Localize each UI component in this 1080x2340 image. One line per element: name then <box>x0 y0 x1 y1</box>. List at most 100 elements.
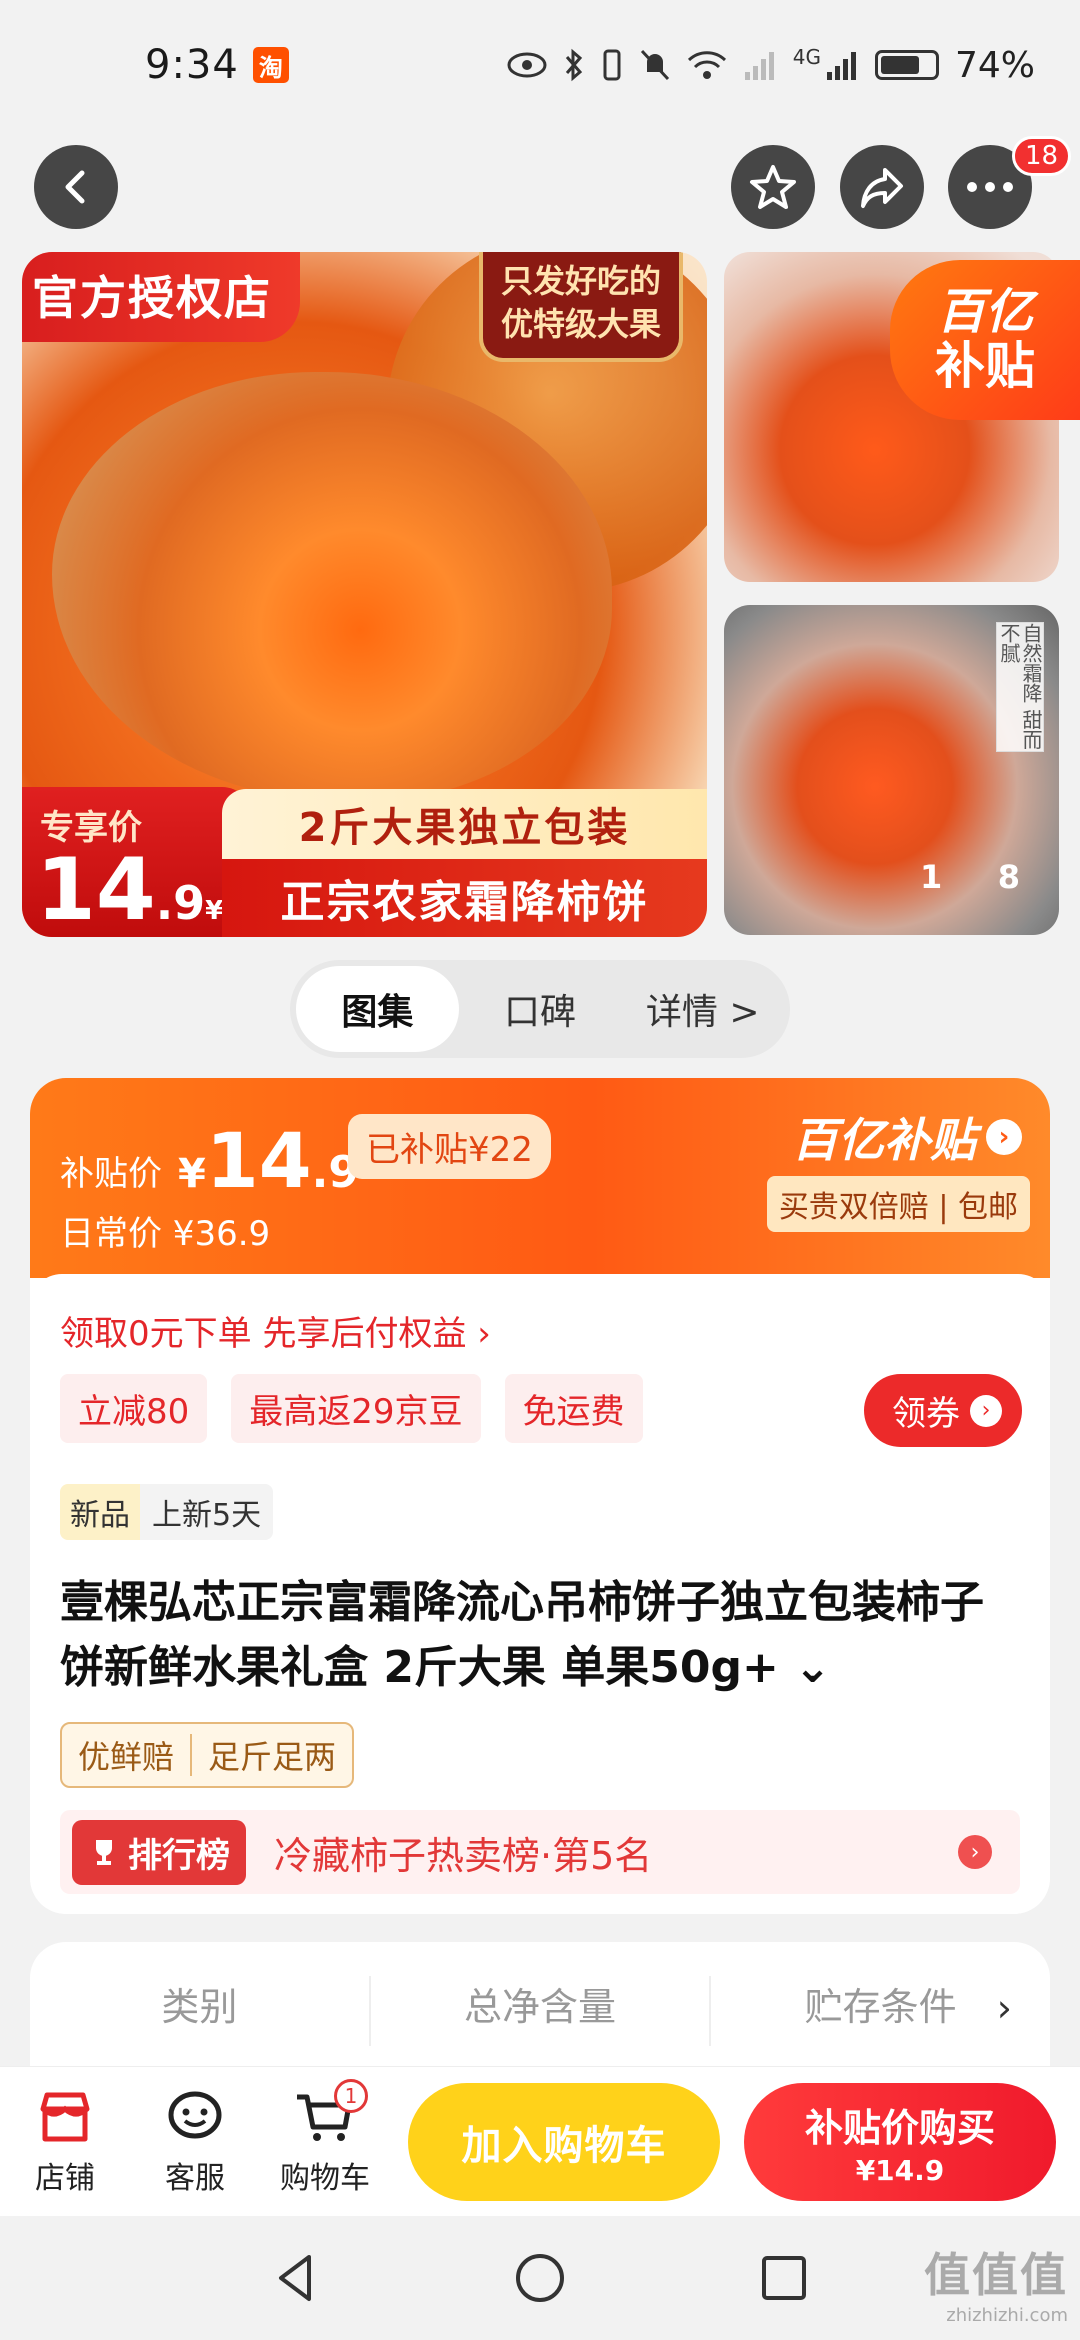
taobao-app-icon: 淘 <box>252 47 289 83</box>
counter-current: 1 <box>920 858 943 896</box>
persimmon-front <box>52 372 612 802</box>
favorite-button[interactable] <box>731 145 815 229</box>
store-icon <box>40 2092 90 2141</box>
exclusive-price-int: 14 <box>36 840 156 937</box>
trophy-icon <box>96 1840 112 1865</box>
service-label: 客服 <box>165 2160 225 2196</box>
buy-title: 补贴价购买 <box>804 2106 995 2150</box>
exclusive-price: 14.9¥ <box>36 847 223 933</box>
daily-price: 日常价 ¥36.9 <box>60 1214 271 1254</box>
tab-details[interactable]: 详情 > <box>621 966 784 1052</box>
billion-subsidy-link[interactable]: 百亿补贴 › <box>792 1104 1022 1170</box>
store-button[interactable]: 店铺 <box>0 2087 130 2197</box>
eye-icon <box>507 52 547 78</box>
more-badge: 18 <box>1012 136 1072 176</box>
grade-tag-line2: 优特级大果 <box>500 305 661 344</box>
billion-subsidy-brand: 百亿补贴 <box>792 1113 976 1167</box>
ranking-pill-label: 排行榜 <box>128 1835 230 1876</box>
subsidy-badge-line2: 补贴 <box>935 336 1035 395</box>
add-to-cart-button[interactable]: 加入购物车 <box>408 2083 720 2201</box>
watermark-site: zhizhizhi.com <box>946 2305 1068 2326</box>
new-tag-days: 上新5天 <box>140 1484 274 1540</box>
watermark-logo: 值值值 <box>924 2248 1068 2302</box>
nav-recents-icon[interactable] <box>757 2251 811 2305</box>
store-label: 店铺 <box>35 2160 95 2196</box>
star-icon <box>750 165 796 209</box>
exclusive-price-dec: .9 <box>155 876 206 930</box>
new-tag-label: 新品 <box>60 1484 140 1540</box>
promo-chip[interactable]: 最高返29京豆 <box>231 1374 481 1443</box>
network-type: 4G <box>792 44 821 69</box>
service-button[interactable]: 客服 <box>130 2087 260 2197</box>
subsidy-header: 补贴价 ¥14.9 已补贴¥22 日常价 ¥36.9 百亿补贴 › 买贵双倍赔 … <box>30 1078 1050 1278</box>
battery-percent: 74% <box>954 44 1035 86</box>
spec-net-weight: 总净含量 <box>371 1976 712 2046</box>
package-band: 2斤大果独立包装 <box>222 789 707 859</box>
system-nav-bar <box>0 2216 1080 2340</box>
official-store-tag: 官方授权店 <box>22 252 300 342</box>
buy-price: ¥14.9 <box>855 2154 945 2187</box>
battery-icon <box>874 50 939 80</box>
coupon-label: 领券 <box>892 1394 960 1434</box>
specs-more-icon[interactable]: › <box>997 1986 1012 2030</box>
zero-order-link[interactable]: 领取0元下单 先享后付权益 › <box>60 1306 491 1355</box>
share-icon <box>861 168 903 208</box>
ranking-banner[interactable]: 排行榜 冷藏柿子热卖榜·第5名 › <box>60 1810 1020 1894</box>
chevron-left-icon <box>65 170 85 204</box>
back-button[interactable] <box>34 145 118 229</box>
assure-fresh: 优鲜赔 <box>78 1738 175 1776</box>
assure-weight: 足斤足两 <box>208 1738 337 1776</box>
product-band: 正宗农家霜降柿饼 <box>222 859 707 937</box>
subsidy-yen: ¥ <box>178 1151 206 1197</box>
status-bar: 9:34 淘 4G 74% <box>0 0 1080 130</box>
subsidy-price-int: 14 <box>205 1116 312 1205</box>
chevron-right-icon: › <box>970 1394 1002 1427</box>
chevron-right-icon: › <box>986 1119 1022 1155</box>
info-body: 领取0元下单 先享后付权益 › 立减80 最高返29京豆 免运费 领券 › 新品… <box>30 1274 1050 1914</box>
grade-tag: 只发好吃的 优特级大果 <box>478 252 683 363</box>
get-coupon-button[interactable]: 领券 › <box>864 1374 1022 1447</box>
buy-now-button[interactable]: 补贴价购买 ¥14.9 <box>744 2083 1056 2201</box>
bluetooth-icon <box>565 48 582 82</box>
promo-chip[interactable]: 免运费 <box>504 1374 643 1443</box>
wifi-icon <box>687 51 726 79</box>
product-page: 9:34 淘 4G 74% 18 官方授权店 只发好吃的 优特级大果 专享价 1… <box>0 0 1080 2340</box>
signal-icon-1 <box>744 52 774 80</box>
vibrate-icon <box>603 49 621 81</box>
subsidy-price: ¥14.9 <box>178 1116 359 1205</box>
tab-reviews[interactable]: 口碑 <box>459 966 622 1052</box>
nav-back-icon[interactable] <box>269 2251 323 2305</box>
signal-icon-2 <box>826 52 856 80</box>
cart-badge: 1 <box>334 2078 368 2113</box>
media-tabs: 图集 口碑 详情 > <box>290 960 790 1058</box>
grade-tag-line1: 只发好吃的 <box>500 262 661 300</box>
spec-category: 类别 <box>30 1976 371 2046</box>
bottom-action-bar: 店铺 客服 1 购物车 加入购物车 补贴价购买 ¥14.9 <box>0 2066 1080 2216</box>
gallery-counter: 1 8 <box>920 858 1020 896</box>
ranking-pill: 排行榜 <box>72 1819 246 1885</box>
exclusive-price-yen: ¥ <box>205 896 224 926</box>
vertical-note: 自然霜降 甜而不腻 <box>996 622 1044 752</box>
watermark: 值值值 zhizhizhi.com <box>924 2239 1068 2326</box>
status-time: 9:34 <box>145 42 239 88</box>
cart-label: 购物车 <box>280 2160 370 2196</box>
price-info-card: 补贴价 ¥14.9 已补贴¥22 日常价 ¥36.9 百亿补贴 › 买贵双倍赔 … <box>30 1078 1050 1914</box>
nav-home-icon[interactable] <box>513 2251 567 2305</box>
tab-gallery[interactable]: 图集 <box>296 966 459 1052</box>
chevron-right-icon: › <box>958 1835 992 1869</box>
status-icons: 4G 74% <box>507 45 1035 86</box>
promo-chip[interactable]: 立减80 <box>60 1374 208 1443</box>
ranking-text: 冷藏柿子热卖榜·第5名 <box>274 1833 653 1878</box>
main-product-image[interactable]: 官方授权店 只发好吃的 优特级大果 专享价 14.9¥ 2斤大果独立包装 正宗农… <box>22 252 707 937</box>
cart-button[interactable]: 1 购物车 <box>260 2078 390 2197</box>
new-product-tag: 新品 上新5天 <box>60 1484 274 1540</box>
assurance-tags[interactable]: 优鲜赔 足斤足两 <box>60 1722 355 1788</box>
chat-face-icon <box>168 2091 222 2138</box>
share-button[interactable] <box>840 145 924 229</box>
subsidy-perk: 买贵双倍赔 | 包邮 <box>766 1176 1030 1232</box>
mute-bell-icon <box>640 49 669 81</box>
counter-total: 8 <box>997 858 1020 896</box>
product-title[interactable]: 壹棵弘芯正宗富霜降流心吊柿饼子独立包装柿子饼新鲜水果礼盒 2斤大果 单果50g+… <box>60 1570 1020 1700</box>
promo-chips: 立减80 最高返29京豆 免运费 <box>60 1374 643 1443</box>
more-icon <box>967 182 1013 192</box>
